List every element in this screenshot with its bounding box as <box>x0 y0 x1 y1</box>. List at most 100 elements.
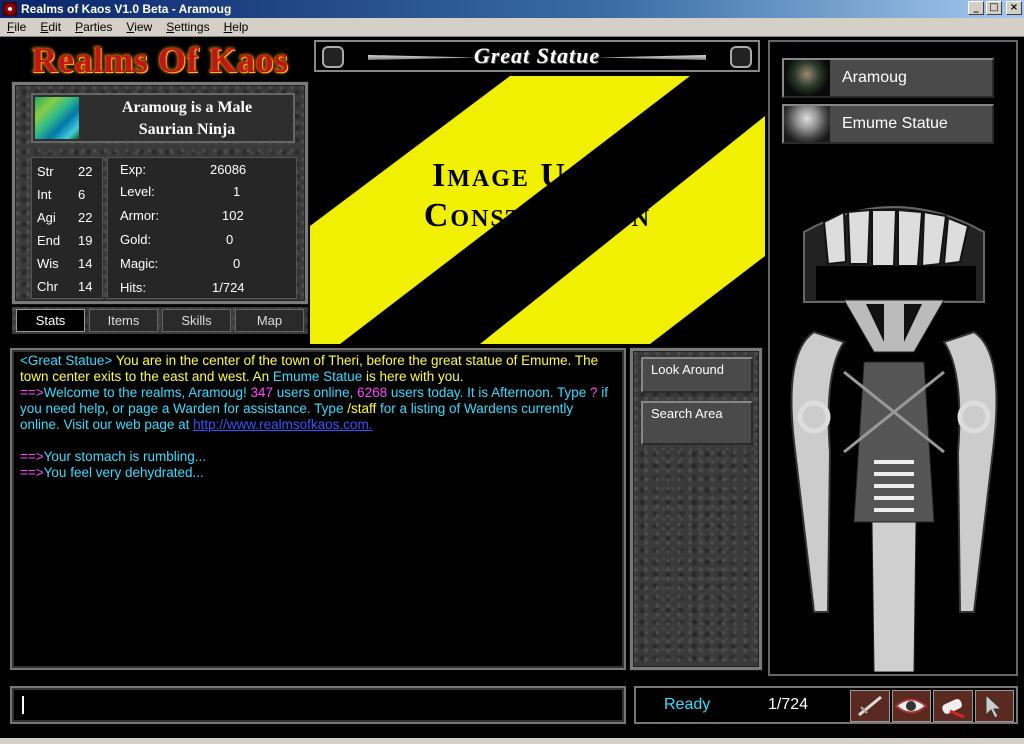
entity-panel: Aramoug Emume Statue <box>768 40 1018 676</box>
entity-emume-statue[interactable]: Emume Statue <box>782 104 994 144</box>
info-gold-label: Gold: <box>120 232 152 247</box>
arrow-marker: ==> <box>20 385 44 400</box>
info-magic-value: 0 <box>233 256 241 271</box>
stat-wis-label: Wis <box>37 256 59 271</box>
thirst-text: You feel very dehydrated... <box>43 465 204 480</box>
tab-skills[interactable]: Skills <box>162 309 231 332</box>
stat-end-value: 19 <box>78 233 93 248</box>
title-bar[interactable]: Realms of Kaos V1.0 Beta - Aramoug _ □ × <box>0 0 1024 18</box>
help-command: ? <box>590 385 598 400</box>
text-caret <box>22 696 24 714</box>
sword-right-icon <box>596 55 706 60</box>
website-link[interactable]: http://www.realmsofkaos.com. <box>193 417 372 432</box>
window-bottom-edge <box>0 738 1024 744</box>
info-magic-label: Magic: <box>120 256 159 271</box>
sword-cursor-icon[interactable] <box>850 690 890 722</box>
game-logo: Realms Of Kaos <box>12 38 308 82</box>
arrow-marker: ==> <box>20 449 44 464</box>
ready-status: Ready <box>664 696 711 713</box>
info-armor-value: 102 <box>222 208 244 223</box>
stat-agi-value: 22 <box>78 210 93 225</box>
maximize-button[interactable]: □ <box>986 1 1002 15</box>
info-exp-label: Exp: <box>120 162 147 177</box>
info-level-value: 1 <box>233 184 241 199</box>
character-panel: Aramoug is a Male Saurian Ninja Str 22 I… <box>12 82 308 304</box>
close-button[interactable]: × <box>1006 1 1022 15</box>
description-line-2: Saurian Ninja <box>138 121 236 138</box>
stat-str-value: 22 <box>78 164 93 179</box>
pointer-cursor-icon[interactable] <box>974 690 1014 722</box>
hunger-message: ==>Your stomach is rumbling... <box>20 449 616 465</box>
arrow-marker: ==> <box>20 465 44 480</box>
menu-file[interactable]: File <box>0 20 33 34</box>
room-entity: Emume Statue <box>272 369 363 384</box>
menu-parties[interactable]: Parties <box>68 20 119 34</box>
game-window: Realms of Kaos V1.0 Beta - Aramoug _ □ ×… <box>0 0 1024 744</box>
message-log[interactable]: <Great Statue> You are in the center of … <box>10 348 626 670</box>
stat-str-label: Str <box>37 164 54 179</box>
under-construction-text: Image Under Construction <box>310 156 765 236</box>
stat-chr-value: 14 <box>78 279 93 294</box>
sword-left-icon <box>368 55 478 60</box>
character-header: Aramoug is a Male Saurian Ninja <box>31 93 295 143</box>
info-exp-value: 26086 <box>210 162 247 177</box>
attribute-stats: Str 22 Int 6 Agi 22 End 19 Wis 14 Chr 14 <box>31 157 103 299</box>
room-text-end: is here with you. <box>362 369 464 384</box>
info-gold-value: 0 <box>226 232 234 247</box>
statue-portrait-icon <box>784 106 830 142</box>
room-tag: <Great Statue> <box>20 353 113 368</box>
banner-cap-left-icon <box>322 46 344 68</box>
thirst-message: ==>You feel very dehydrated... <box>20 465 616 481</box>
staff-command: /staff <box>347 401 377 416</box>
entity-emume-label: Emume Statue <box>842 115 948 132</box>
info-hits-value: 1/724 <box>212 280 245 295</box>
tab-map[interactable]: Map <box>235 309 304 332</box>
tab-items[interactable]: Items <box>89 309 158 332</box>
ninja-artwork <box>784 192 1004 672</box>
welcome-text-3: users today. It is Afternoon. Type <box>390 385 590 400</box>
command-input[interactable] <box>10 686 626 724</box>
character-info: Exp: 26086 Level: 1 Armor: 102 Gold: 0 M… <box>107 157 297 299</box>
window-title: Realms of Kaos V1.0 Beta - Aramoug <box>21 2 232 16</box>
search-area-button[interactable]: Search Area <box>641 401 753 445</box>
welcome-text-2: users online, <box>276 385 358 400</box>
stat-chr-label: Chr <box>37 279 58 294</box>
character-avatar <box>35 97 79 139</box>
scroll-cursor-icon[interactable] <box>933 690 973 722</box>
description-line-1: Aramoug is a Male <box>121 99 253 116</box>
stat-end-label: End <box>37 233 61 248</box>
hits-status: 1/724 <box>768 696 809 713</box>
room-title-banner: Great Statue <box>314 40 760 72</box>
eye-cursor-icon[interactable] <box>891 690 931 722</box>
status-bar: Ready 1/724 <box>634 686 1018 724</box>
users-online-count: 347 <box>250 385 277 400</box>
users-today-count: 6268 <box>357 385 391 400</box>
action-panel: Look Around Search Area <box>630 348 762 670</box>
banner-cap-right-icon <box>730 46 752 68</box>
info-level-label: Level: <box>120 184 155 199</box>
ninja-portrait-icon <box>784 60 830 96</box>
stat-wis-value: 14 <box>78 256 93 271</box>
stat-agi-label: Agi <box>37 210 56 225</box>
tab-stats[interactable]: Stats <box>16 309 85 332</box>
menu-edit[interactable]: Edit <box>33 20 68 34</box>
stat-int-label: Int <box>37 187 52 202</box>
minimize-button[interactable]: _ <box>968 1 984 15</box>
construction-line-2: Construction <box>423 197 652 234</box>
info-armor-label: Armor: <box>120 208 159 223</box>
panel-tabs: Stats Items Skills Map <box>12 307 308 334</box>
room-image: Image Under Construction <box>310 76 765 344</box>
logo-text: Realms Of Kaos <box>31 40 289 80</box>
look-around-button[interactable]: Look Around <box>641 357 753 393</box>
cursor-mode-buttons <box>850 690 1014 722</box>
menu-view[interactable]: View <box>119 20 159 34</box>
menu-help[interactable]: Help <box>217 20 256 34</box>
menu-settings[interactable]: Settings <box>159 20 216 34</box>
info-hits-label: Hits: <box>120 280 146 295</box>
entity-aramoug[interactable]: Aramoug <box>782 58 994 98</box>
hunger-text: Your stomach is rumbling... <box>43 449 206 464</box>
entity-aramoug-label: Aramoug <box>842 69 907 86</box>
character-description: Aramoug is a Male Saurian Ninja <box>85 97 289 141</box>
construction-line-1: Image Under <box>432 157 643 194</box>
